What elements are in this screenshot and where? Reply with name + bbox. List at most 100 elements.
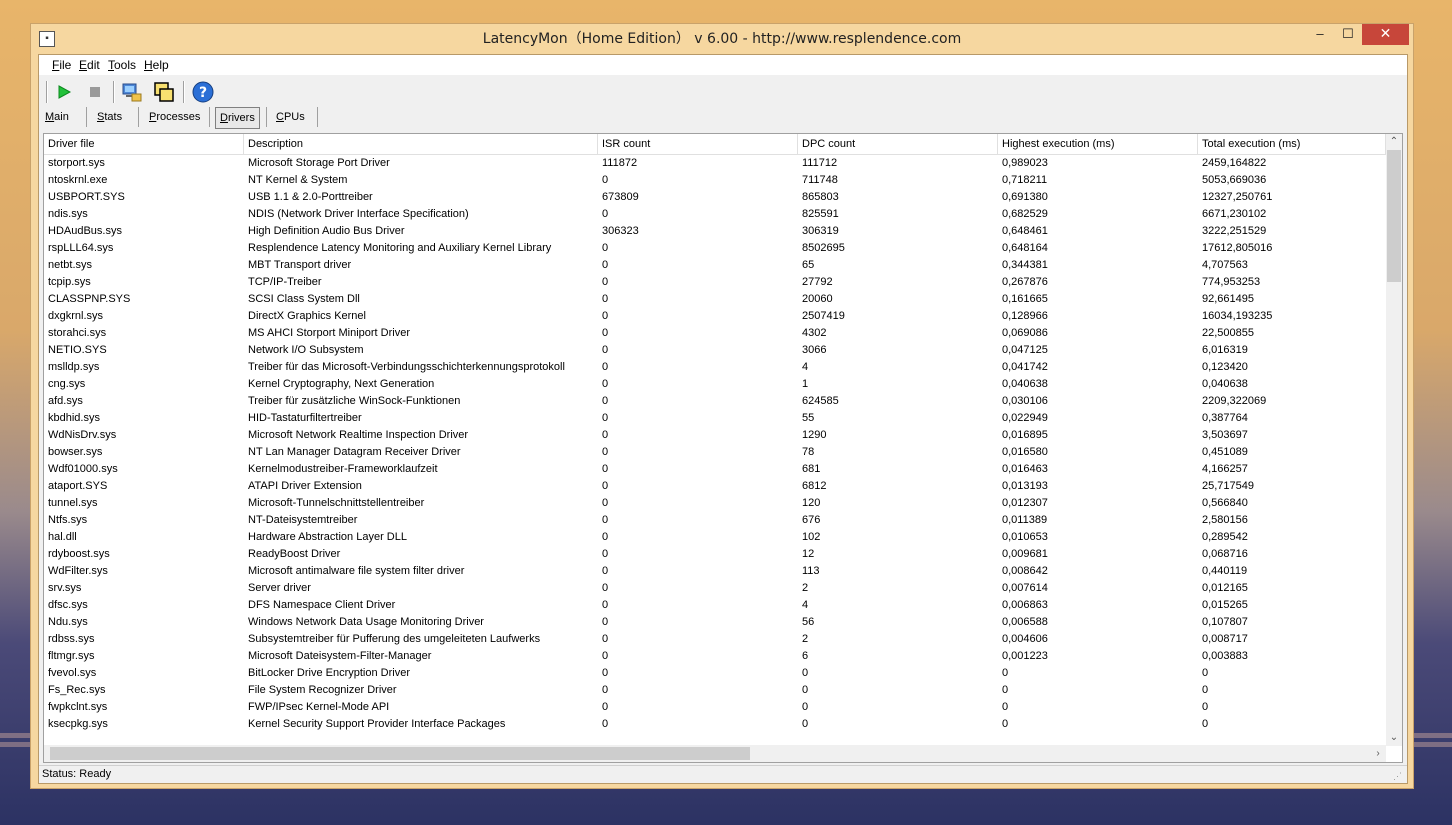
col-dpc-count: 12 — [802, 548, 815, 560]
vertical-scrollbar[interactable]: ⌃ ⌄ — [1386, 134, 1402, 746]
table-row[interactable]: rdyboost.sys ReadyBoost Driver 0 12 0,009681… — [44, 546, 1386, 563]
col-description: Server driver — [248, 582, 311, 594]
computer-button[interactable] — [120, 80, 144, 104]
scroll-right-icon[interactable]: › — [1370, 746, 1386, 762]
col-total-execution: 0,068716 — [1202, 548, 1248, 560]
horizontal-scrollbar[interactable]: › — [44, 745, 1386, 762]
col-dpc-count: 102 — [802, 531, 821, 543]
help-button[interactable]: ? — [191, 80, 215, 104]
table-row[interactable]: fvevol.sys BitLocker Drive Encryption Dri… — [44, 665, 1386, 682]
app-window: ▪ LatencyMon（Home Edition） v 6.00 - http… — [30, 23, 1414, 789]
col-dpc-count: 306319 — [802, 225, 839, 237]
svg-text:?: ? — [199, 85, 207, 101]
col-highest-execution: 0,007614 — [1002, 582, 1048, 594]
col-driver-file: tunnel.sys — [48, 497, 98, 509]
col-isr-count-header[interactable]: ISR count — [598, 134, 798, 154]
col-dpc-count: 0 — [802, 701, 809, 713]
table-row[interactable]: fltmgr.sys Microsoft Dateisystem-Filter-M… — [44, 648, 1386, 665]
minimize-button[interactable]: – — [1306, 24, 1334, 45]
table-row[interactable]: USBPORT.SYS USB 1.1 & 2.0-Porttreiber 6738… — [44, 189, 1386, 206]
maximize-button[interactable]: ☐ — [1334, 24, 1362, 45]
menu-edit[interactable]: Edit — [79, 58, 100, 72]
table-row[interactable]: Wdf01000.sys Kernelmodustreiber-Framework… — [44, 461, 1386, 478]
tab-main[interactable]: Main — [45, 107, 69, 127]
table-row[interactable]: fwpkclnt.sys FWP/IPsec Kernel-Mode API 0 0 0… — [44, 699, 1386, 716]
col-highest-execution: 0,040638 — [1002, 378, 1048, 390]
col-isr-count: 0 — [602, 650, 609, 662]
client-area: File Edit Tools Help ? Main Stats Proces… — [38, 54, 1408, 784]
col-description-header[interactable]: Description — [244, 134, 598, 154]
table-row[interactable]: Fs_Rec.sys File System Recognizer Driver 0… — [44, 682, 1386, 699]
col-driver-file: kbdhid.sys — [48, 412, 100, 424]
resize-grip-icon[interactable]: ⋰ — [1393, 770, 1405, 782]
col-isr-count: 0 — [602, 276, 609, 288]
table-row[interactable]: ksecpkg.sys Kernel Security Support Provi… — [44, 716, 1386, 733]
table-row[interactable]: WdNisDrv.sys Microsoft Network Realtime I… — [44, 427, 1386, 444]
col-description: BitLocker Drive Encryption Driver — [248, 667, 410, 679]
col-highest-execution: 0,682529 — [1002, 208, 1048, 220]
table-row[interactable]: HDAudBus.sys High Definition Audio Bus Dr… — [44, 223, 1386, 240]
col-highest-execution: 0,022949 — [1002, 412, 1048, 424]
tab-drivers[interactable]: Drivers — [215, 107, 260, 129]
table-row[interactable]: mslldp.sys Treiber für das Microsoft-Verb… — [44, 359, 1386, 376]
table-row[interactable]: cng.sys Kernel Cryptography, Next Generat… — [44, 376, 1386, 393]
table-row[interactable]: rspLLL64.sys Resplendence Latency Monitor… — [44, 240, 1386, 257]
table-row[interactable]: rdbss.sys Subsystemtreiber für Pufferung … — [44, 631, 1386, 648]
table-row[interactable]: ntoskrnl.exe NT Kernel & System 0 711748 0,7… — [44, 172, 1386, 189]
table-row[interactable]: storport.sys Microsoft Storage Port Drive… — [44, 155, 1386, 172]
col-driver-file-header[interactable]: Driver file — [44, 134, 244, 154]
table-row[interactable]: dfsc.sys DFS Namespace Client Driver 0 4 0,0… — [44, 597, 1386, 614]
col-dpc-count: 0 — [802, 718, 809, 730]
scroll-up-icon[interactable]: ⌃ — [1386, 134, 1402, 150]
col-isr-count: 0 — [602, 310, 609, 322]
scroll-down-icon[interactable]: ⌄ — [1386, 730, 1402, 746]
table-row[interactable]: bowser.sys NT Lan Manager Datagram Receiv… — [44, 444, 1386, 461]
col-highest-execution-header[interactable]: Highest execution (ms) — [998, 134, 1198, 154]
close-button[interactable]: ✕ — [1362, 24, 1409, 45]
table-row[interactable]: dxgkrnl.sys DirectX Graphics Kernel 0 25074… — [44, 308, 1386, 325]
tab-processes[interactable]: Processes — [149, 107, 200, 127]
table-row[interactable]: kbdhid.sys HID-Tastaturfiltertreiber 0 55 0,… — [44, 410, 1386, 427]
col-description: Resplendence Latency Monitoring and Auxi… — [248, 242, 552, 254]
table-row[interactable]: tcpip.sys TCP/IP-Treiber 0 27792 0,267876 774… — [44, 274, 1386, 291]
title-bar[interactable]: ▪ LatencyMon（Home Edition） v 6.00 - http… — [31, 24, 1413, 54]
table-row[interactable]: Ndu.sys Windows Network Data Usage Monito… — [44, 614, 1386, 631]
tab-cpus[interactable]: CPUs — [276, 107, 305, 127]
stop-button[interactable] — [83, 80, 107, 104]
col-driver-file: USBPORT.SYS — [48, 191, 125, 203]
table-row[interactable]: netbt.sys MBT Transport driver 0 65 0,344381… — [44, 257, 1386, 274]
menu-help[interactable]: Help — [144, 58, 169, 72]
col-description: Microsoft Storage Port Driver — [248, 157, 390, 169]
vertical-scroll-thumb[interactable] — [1387, 150, 1401, 282]
windows-button[interactable] — [152, 80, 176, 104]
col-highest-execution: 0 — [1002, 701, 1009, 713]
col-isr-count: 0 — [602, 344, 609, 356]
col-driver-file: Ntfs.sys — [48, 514, 88, 526]
col-isr-count: 0 — [602, 429, 609, 441]
table-row[interactable]: afd.sys Treiber für zusätzliche WinSock-F… — [44, 393, 1386, 410]
col-isr-count: 0 — [602, 463, 609, 475]
col-dpc-count-header[interactable]: DPC count — [798, 134, 998, 154]
col-total-execution-header[interactable]: Total execution (ms) — [1198, 134, 1386, 154]
table-row[interactable]: tunnel.sys Microsoft-Tunnelschnittstellen… — [44, 495, 1386, 512]
table-row[interactable]: hal.dll Hardware Abstraction Layer DLL 0 10… — [44, 529, 1386, 546]
table-row[interactable]: CLASSPNP.SYS SCSI Class System Dll 0 20060 0… — [44, 291, 1386, 308]
table-row[interactable]: ataport.SYS ATAPI Driver Extension 0 6812 0,… — [44, 478, 1386, 495]
table-row[interactable]: WdFilter.sys Microsoft antimalware file s… — [44, 563, 1386, 580]
col-driver-file: ataport.SYS — [48, 480, 108, 492]
col-highest-execution: 0,047125 — [1002, 344, 1048, 356]
col-total-execution: 0,008717 — [1202, 633, 1248, 645]
horizontal-scroll-thumb[interactable] — [50, 747, 750, 760]
menu-tools[interactable]: Tools — [108, 58, 136, 72]
col-dpc-count: 27792 — [802, 276, 833, 288]
table-row[interactable]: Ntfs.sys NT-Dateisystemtreiber 0 676 0,01138… — [44, 512, 1386, 529]
table-row[interactable]: srv.sys Server driver 0 2 0,007614 0,012165 — [44, 580, 1386, 597]
col-description: ATAPI Driver Extension — [248, 480, 362, 492]
table-row[interactable]: NETIO.SYS Network I/O Subsystem 0 3066 0,047… — [44, 342, 1386, 359]
col-total-execution: 0,015265 — [1202, 599, 1248, 611]
menu-file[interactable]: File — [52, 58, 71, 72]
table-row[interactable]: ndis.sys NDIS (Network Driver Interface S… — [44, 206, 1386, 223]
start-button[interactable] — [52, 80, 76, 104]
table-row[interactable]: storahci.sys MS AHCI Storport Miniport Dr… — [44, 325, 1386, 342]
tab-stats[interactable]: Stats — [97, 107, 122, 127]
